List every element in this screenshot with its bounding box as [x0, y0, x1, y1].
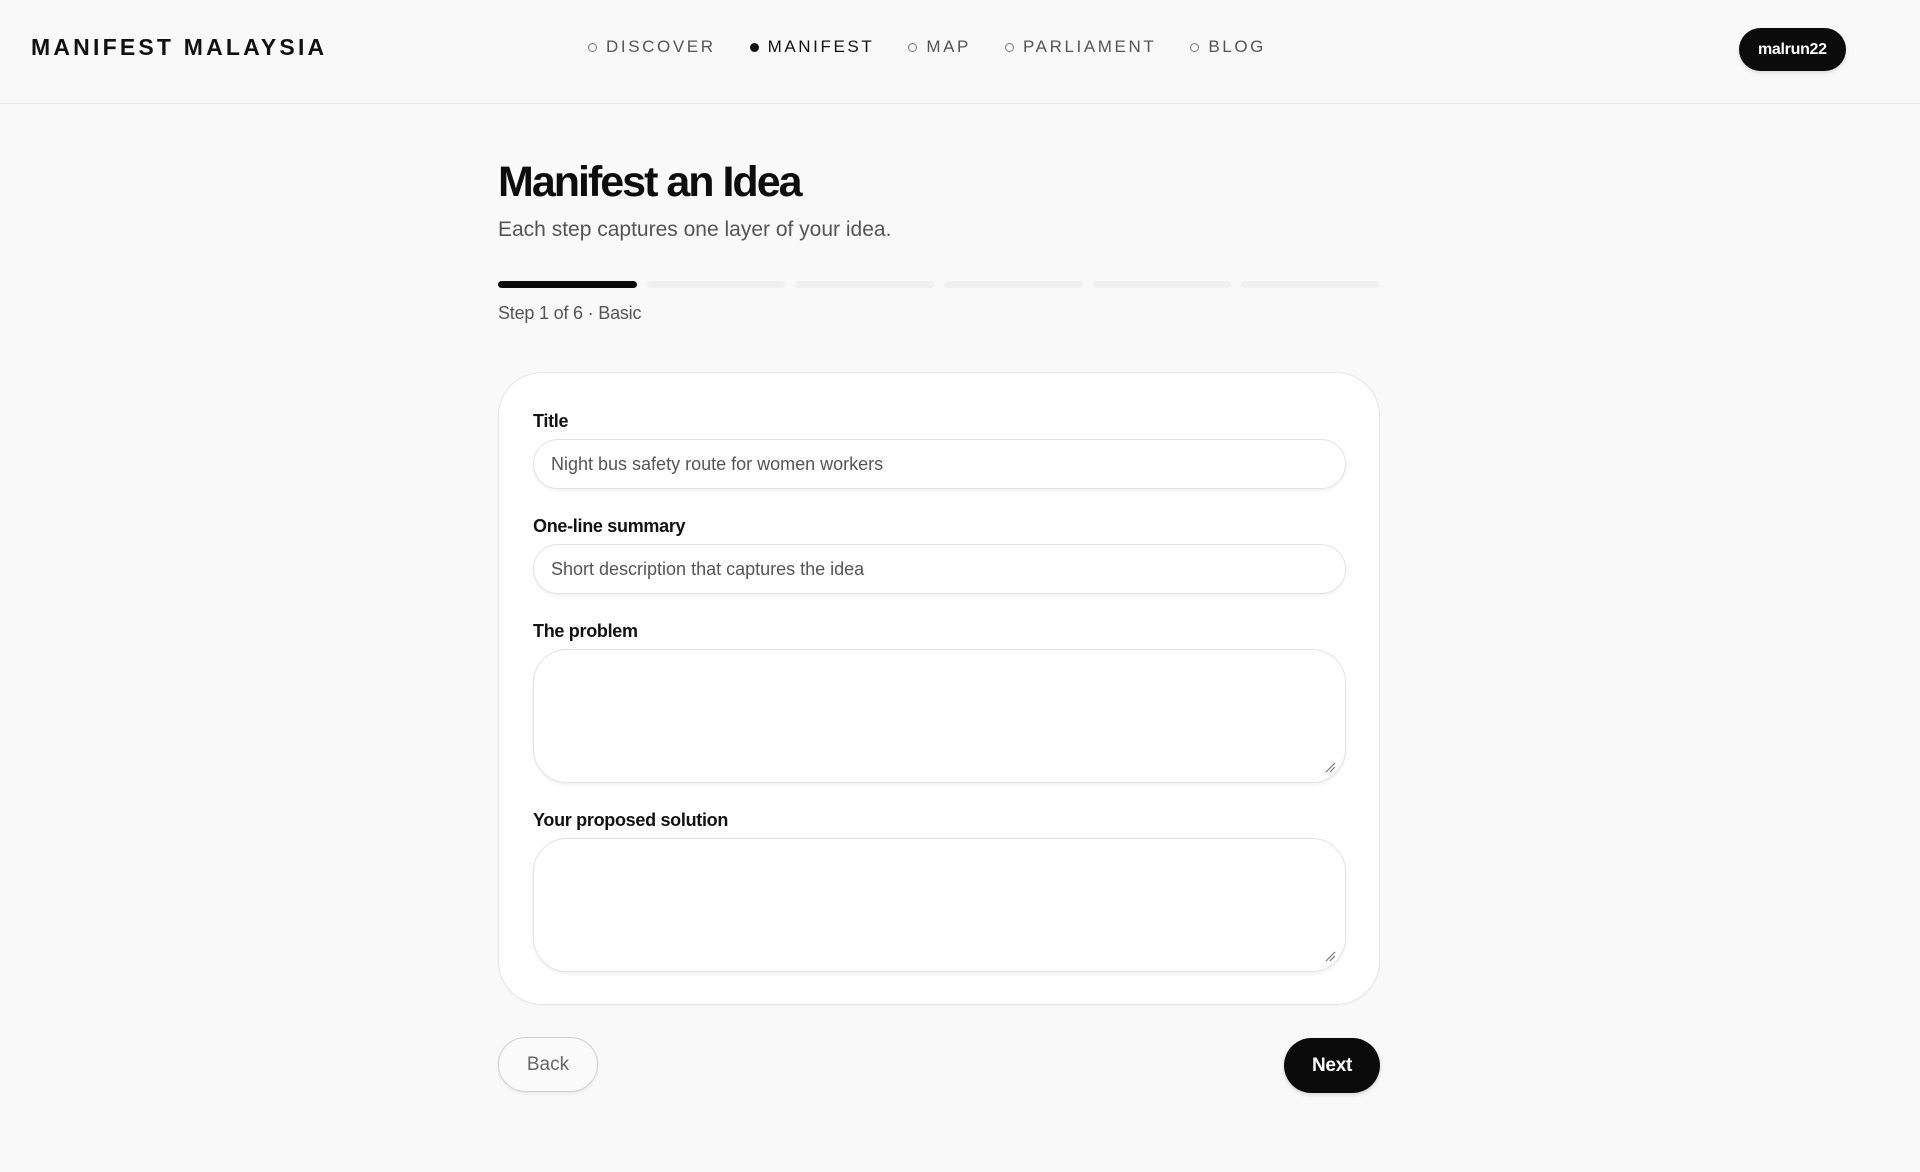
resize-handle-icon[interactable]	[1324, 761, 1336, 773]
progress-segment	[1241, 281, 1381, 288]
title-label: Title	[533, 411, 569, 431]
nav-item-manifest[interactable]: MANIFEST	[749, 37, 875, 57]
top-nav-bar: MANIFEST MALAYSIA DISCOVER MANIFEST MAP …	[0, 0, 1920, 104]
progress-segment	[795, 281, 935, 288]
nav-item-map[interactable]: MAP	[908, 37, 971, 57]
main-nav: DISCOVER MANIFEST MAP PARLIAMENT BLOG	[588, 37, 1266, 57]
summary-input[interactable]: Short description that captures the idea	[533, 544, 1346, 594]
solution-label: Your proposed solution	[533, 810, 729, 830]
progress-segment	[944, 281, 1083, 288]
page-title: Manifest an Idea	[498, 158, 803, 206]
resize-handle-icon[interactable]	[1324, 950, 1336, 962]
nav-item-label: PARLIAMENT	[1022, 37, 1157, 56]
form-card: Title Night bus safety route for women w…	[498, 372, 1380, 1005]
summary-label: One-line summary	[533, 516, 686, 536]
progress-segment	[498, 281, 637, 288]
radio-dot-icon	[588, 42, 597, 52]
progress-segment	[1092, 281, 1232, 288]
user-account-button[interactable]: malrun22	[1739, 28, 1846, 71]
next-button[interactable]: Next	[1284, 1038, 1380, 1093]
title-placeholder: Night bus safety route for women workers	[551, 453, 884, 474]
step-label: Step 1 of 6 · Basic	[498, 303, 642, 323]
radio-dot-icon	[1190, 42, 1200, 52]
nav-item-blog[interactable]: BLOG	[1190, 37, 1266, 57]
problem-label: The problem	[533, 621, 638, 641]
nav-item-parliament[interactable]: PARLIAMENT	[1004, 37, 1157, 57]
title-input[interactable]: Night bus safety route for women workers	[533, 439, 1346, 489]
solution-textarea[interactable]	[533, 838, 1346, 972]
nav-item-label: MANIFEST	[767, 37, 875, 56]
nav-item-discover[interactable]: DISCOVER	[588, 37, 716, 57]
nav-item-label: MAP	[926, 37, 971, 56]
radio-dot-filled-icon	[749, 42, 759, 52]
progress-segment	[646, 281, 786, 288]
nav-item-label: BLOG	[1208, 37, 1266, 56]
back-button[interactable]: Back	[498, 1037, 598, 1092]
summary-placeholder: Short description that captures the idea	[551, 558, 865, 579]
step-progress-bar	[498, 281, 1381, 288]
brand-logo[interactable]: MANIFEST MALAYSIA	[31, 34, 327, 61]
radio-dot-icon	[908, 42, 918, 52]
radio-dot-icon	[1004, 42, 1014, 52]
page-subtitle: Each step captures one layer of your ide…	[498, 218, 892, 241]
nav-item-label: DISCOVER	[606, 37, 716, 56]
problem-textarea[interactable]	[533, 649, 1346, 783]
